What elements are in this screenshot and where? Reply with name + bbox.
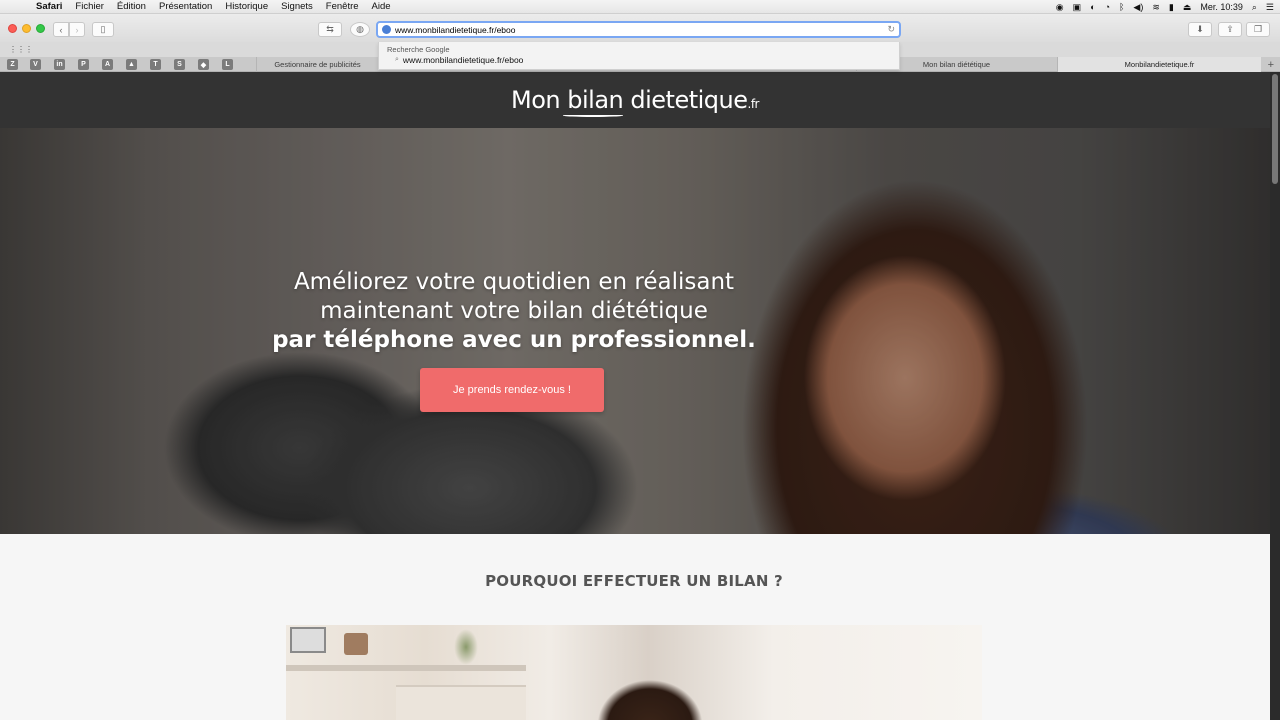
- time-machine-icon[interactable]: ◔: [1105, 2, 1110, 12]
- flag-icon[interactable]: ▮: [1169, 2, 1174, 13]
- autocomplete-heading: Recherche Google: [387, 45, 450, 54]
- menu-signets[interactable]: Signets: [281, 1, 313, 12]
- bookmark-favicon[interactable]: L: [222, 59, 233, 70]
- menu-bar: Safari Fichier Édition Présentation Hist…: [0, 0, 1280, 14]
- bookmark-favicon[interactable]: V: [30, 59, 41, 70]
- shelf: [286, 665, 526, 671]
- bookmark-favicon[interactable]: ▲: [126, 59, 137, 70]
- show-tabs-button[interactable]: ❐: [1246, 22, 1270, 37]
- site-header: Mon bilan dietetique.fr: [0, 72, 1270, 128]
- sidebar-button[interactable]: ▯: [92, 22, 114, 37]
- window-minimize-button[interactable]: [22, 24, 31, 33]
- swap-icon: ⇆: [326, 24, 334, 34]
- bookmark-favicon[interactable]: Z: [7, 59, 18, 70]
- reload-icon[interactable]: ↻: [887, 24, 895, 35]
- hero-line-3: par téléphone avec un professionnel.: [254, 326, 774, 355]
- menu-fichier[interactable]: Fichier: [75, 1, 104, 12]
- sidebar-icon: ▯: [100, 24, 106, 34]
- page-scrollbar[interactable]: [1270, 72, 1280, 720]
- hero-banner: Améliorez votre quotidien en réalisant m…: [0, 128, 1270, 534]
- autocomplete-suggestion[interactable]: ⌕ www.monbilandietetique.fr/eboo: [395, 55, 523, 65]
- chevron-left-icon: ‹: [59, 24, 63, 35]
- menu-aide[interactable]: Aide: [372, 1, 391, 12]
- hero-title: Améliorez votre quotidien en réalisant m…: [254, 268, 774, 355]
- menu-presentation[interactable]: Présentation: [159, 1, 212, 12]
- chevron-right-icon: ›: [75, 24, 79, 35]
- logo-text: Mon bilan dietetique: [511, 86, 748, 114]
- share-button[interactable]: ⇪: [1218, 22, 1242, 37]
- status-tray: ◉ ▣ ◐ ◔ ᛒ ◀) ≋ ▮ ⏏ Mer. 10:39 ⌕ ☰: [1056, 0, 1274, 14]
- bookmark-favicon[interactable]: S: [174, 59, 185, 70]
- url-input[interactable]: [395, 24, 875, 35]
- picture-frame: [290, 627, 326, 653]
- bookmark-favicon[interactable]: in: [54, 59, 65, 70]
- extension-button[interactable]: ◍: [350, 22, 370, 37]
- shield-icon: ◍: [356, 24, 364, 34]
- record-icon[interactable]: ◉: [1056, 2, 1064, 13]
- spotlight-icon[interactable]: ⌕: [1252, 2, 1257, 13]
- section-title: POURQUOI EFFECTUER UN BILAN ?: [485, 572, 783, 590]
- menu-edition[interactable]: Édition: [117, 1, 146, 12]
- logo-tld: .fr: [747, 97, 760, 111]
- menu-historique[interactable]: Historique: [225, 1, 268, 12]
- back-button[interactable]: ‹: [53, 22, 69, 37]
- notification-center-icon[interactable]: ☰: [1266, 2, 1274, 13]
- reader-button[interactable]: ⇆: [318, 22, 342, 37]
- tabs-icon: ❐: [1253, 24, 1263, 34]
- hero-line-3-start: par téléphone avec un: [272, 327, 571, 353]
- grid-icon[interactable]: ⋮⋮⋮: [9, 45, 33, 54]
- download-icon: ⬇: [1196, 24, 1204, 34]
- menu-fenetre[interactable]: Fenêtre: [326, 1, 359, 12]
- section-image: [286, 625, 982, 720]
- bookmark-favicon[interactable]: P: [78, 59, 89, 70]
- web-page: Mon bilan dietetique.fr Améliorez votre …: [0, 72, 1270, 720]
- window-fullscreen-button[interactable]: [36, 24, 45, 33]
- site-logo[interactable]: Mon bilan dietetique.fr: [511, 86, 760, 117]
- sync-icon[interactable]: ◐: [1090, 2, 1095, 12]
- menu-app-name[interactable]: Safari: [36, 1, 62, 12]
- downloads-button[interactable]: ⬇: [1188, 22, 1212, 37]
- clock[interactable]: Mer. 10:39: [1200, 2, 1243, 12]
- forward-button[interactable]: ›: [69, 22, 85, 37]
- globe-icon: [382, 25, 391, 34]
- browser-toolbar: ‹ › ▯ ⇆ ◍ ↻ ⬇ ⇪ ❐: [0, 14, 1280, 42]
- new-tab-button[interactable]: +: [1268, 57, 1274, 72]
- bookmark-favicon[interactable]: T: [150, 59, 161, 70]
- pot: [344, 633, 368, 655]
- display-icon[interactable]: ▣: [1073, 2, 1082, 13]
- plant: [454, 629, 478, 665]
- logo-underline: [563, 114, 624, 117]
- share-icon: ⇪: [1226, 24, 1234, 34]
- bookmark-favicon[interactable]: ◆: [198, 59, 209, 70]
- autocomplete-dropdown: Recherche Google ⌕ www.monbilandietetiqu…: [378, 42, 900, 70]
- tab-active[interactable]: Monbilandietetique.fr: [1057, 57, 1261, 72]
- volume-icon[interactable]: ◀): [1133, 2, 1143, 13]
- window-close-button[interactable]: [8, 24, 17, 33]
- address-bar[interactable]: ↻: [376, 21, 901, 38]
- cabinet: [396, 685, 526, 720]
- bookmark-favicon[interactable]: A: [102, 59, 113, 70]
- wifi-icon[interactable]: ≋: [1152, 2, 1160, 13]
- search-icon: ⌕: [395, 56, 399, 63]
- hero-line-2: maintenant votre bilan diététique: [320, 298, 708, 324]
- suggestion-text: www.monbilandietetique.fr/eboo: [402, 55, 524, 65]
- appointment-button[interactable]: Je prends rendez-vous !: [420, 368, 604, 412]
- tab-gestionnaire[interactable]: Gestionnaire de publicités: [256, 57, 378, 72]
- eject-icon[interactable]: ⏏: [1183, 2, 1192, 13]
- bluetooth-icon[interactable]: ᛒ: [1119, 2, 1124, 12]
- hero-line-1: Améliorez votre quotidien en réalisant: [293, 269, 735, 295]
- scrollbar-thumb[interactable]: [1272, 74, 1278, 184]
- hero-line-3-bold: professionnel.: [570, 327, 756, 353]
